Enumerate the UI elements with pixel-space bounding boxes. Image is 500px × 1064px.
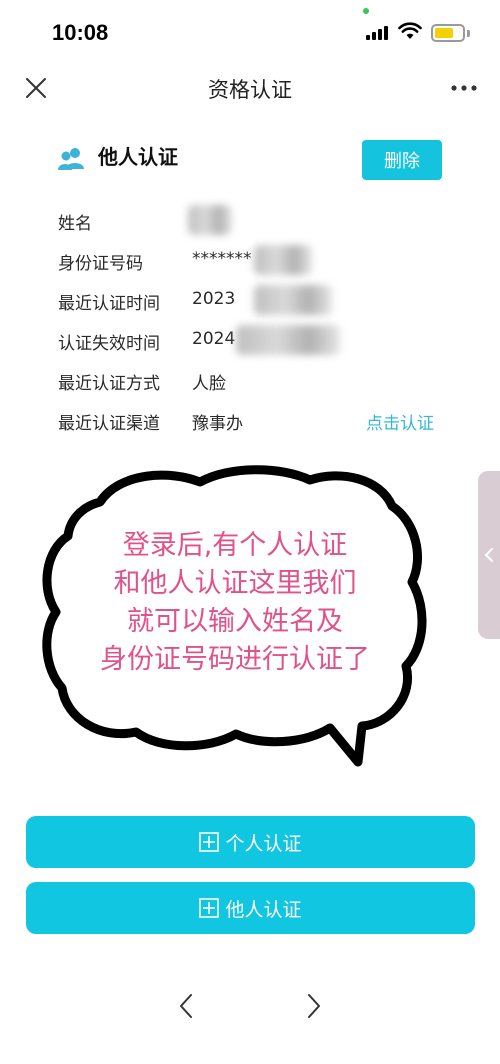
info-label: 身份证号码: [58, 254, 143, 274]
others-auth-button[interactable]: 他人认证: [26, 882, 475, 934]
annotation-line: 和他人认证这里我们: [113, 568, 357, 599]
annotation-line: 登录后,有个人认证: [122, 530, 348, 561]
status-bar: 10:08: [0, 0, 500, 60]
chevron-left-icon[interactable]: [176, 992, 196, 1020]
info-label: 最近认证时间: [58, 294, 160, 314]
info-value: 豫事办: [192, 414, 243, 434]
battery-icon: [431, 24, 465, 42]
info-row-auth-method: 最近认证方式 人脸: [58, 369, 458, 397]
info-row-id-number: 身份证号码 *******: [58, 245, 458, 277]
chevron-right-icon[interactable]: [304, 992, 324, 1020]
info-label: 认证失效时间: [58, 334, 160, 354]
status-time: 10:08: [52, 20, 109, 45]
button-label: 个人认证: [225, 832, 302, 855]
camera-indicator-icon: [363, 8, 369, 14]
privacy-blur: [188, 205, 232, 235]
signal-icon: [366, 26, 388, 40]
info-label: 姓名: [58, 214, 92, 234]
annotation-line: 身份证号码进行认证了: [100, 644, 370, 675]
info-label: 最近认证方式: [58, 374, 160, 394]
privacy-blur: [254, 285, 332, 315]
info-label: 最近认证渠道: [58, 414, 160, 434]
info-row-last-auth-time: 最近认证时间 2023: [58, 285, 458, 317]
info-value: 人脸: [192, 374, 226, 394]
info-row-auth-channel: 最近认证渠道 豫事办 点击认证: [58, 409, 458, 437]
more-icon[interactable]: [450, 78, 478, 98]
privacy-blur: [254, 245, 312, 275]
wifi-icon: [398, 22, 422, 39]
plus-box-icon: [199, 832, 220, 852]
button-label: 他人认证: [225, 898, 302, 921]
info-row-expiry-time: 认证失效时间 2024: [58, 325, 458, 357]
privacy-blur: [236, 325, 340, 355]
annotation-text: 登录后,有个人认证 和他人认证这里我们 就可以输入姓名及 身份证号码进行认证了: [70, 527, 400, 679]
chevron-left-icon: [484, 548, 493, 562]
info-value: *******: [192, 249, 252, 269]
user-group-icon: [58, 148, 84, 170]
plus-box-icon: [199, 898, 220, 918]
close-icon[interactable]: [24, 76, 48, 100]
info-value: 2024: [192, 329, 236, 349]
battery-tip: [467, 30, 470, 37]
page-title: 资格认证: [208, 78, 292, 102]
info-row-name: 姓名: [58, 205, 458, 237]
delete-button[interactable]: 删除: [362, 140, 442, 180]
personal-auth-button[interactable]: 个人认证: [26, 816, 475, 868]
info-value: 2023: [192, 289, 236, 309]
card-title: 他人认证: [98, 145, 178, 169]
click-auth-link[interactable]: 点击认证: [366, 409, 434, 434]
side-drawer-tab[interactable]: [478, 471, 500, 639]
annotation-line: 就可以输入姓名及: [127, 606, 343, 637]
